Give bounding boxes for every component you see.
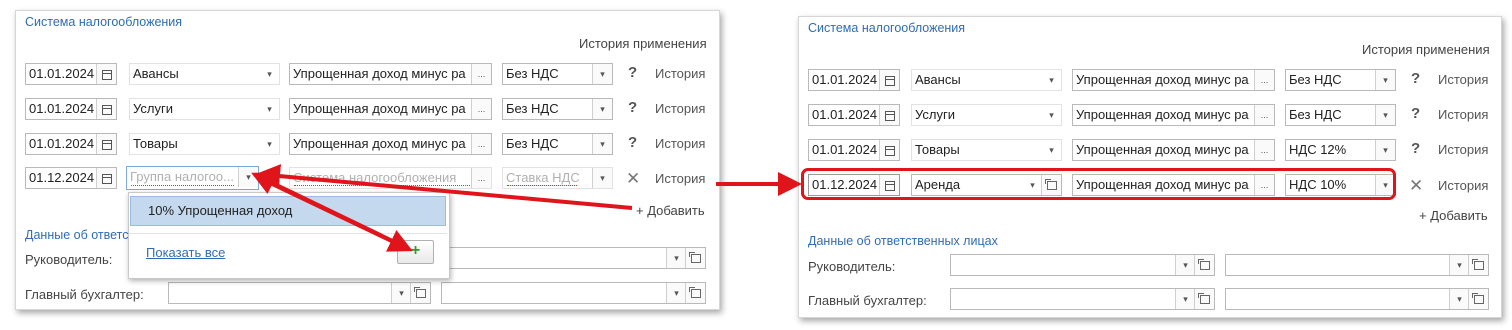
arrow-from-add <box>256 164 633 210</box>
arrow-to-plus <box>267 180 413 252</box>
annotation-arrows <box>251 164 802 252</box>
